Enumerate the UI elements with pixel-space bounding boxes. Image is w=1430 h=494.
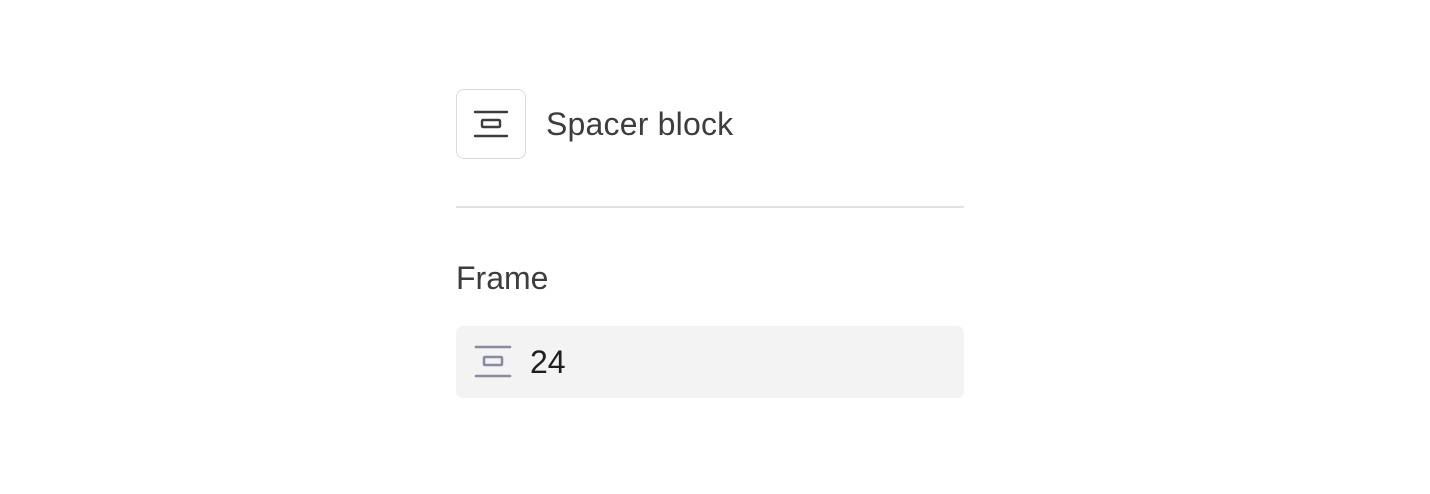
frame-height-field[interactable] [456,326,964,398]
block-settings-panel: Spacer block Frame [456,88,964,398]
frame-height-input[interactable] [530,343,930,381]
frame-section-label: Frame [456,260,549,296]
block-title: Spacer block [546,105,734,142]
section-divider [456,206,964,208]
block-header: Spacer block [456,88,964,160]
spacer-icon [456,89,526,159]
spacer-height-icon [474,345,512,379]
